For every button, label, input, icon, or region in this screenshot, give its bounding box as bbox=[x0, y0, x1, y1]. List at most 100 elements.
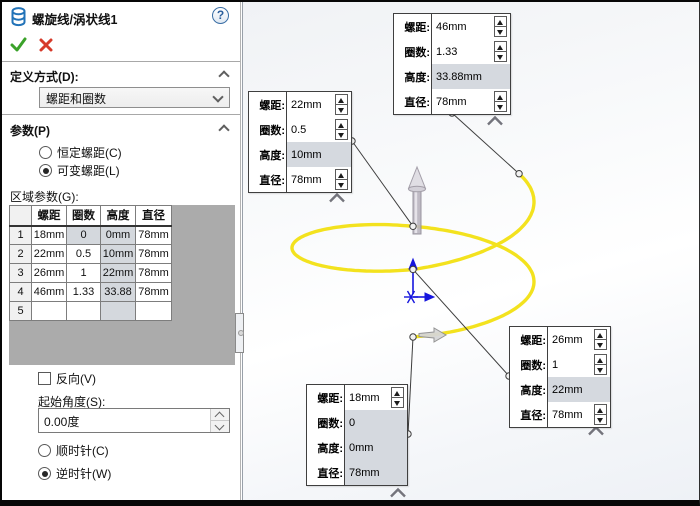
radio-icon-selected[interactable] bbox=[39, 164, 52, 177]
chevron-up-icon[interactable] bbox=[391, 490, 405, 497]
row-number[interactable]: 1 bbox=[10, 226, 32, 245]
spinner[interactable] bbox=[391, 387, 404, 408]
callout-value-pitch[interactable]: 22mm bbox=[287, 92, 351, 117]
helix-point-handle[interactable] bbox=[410, 223, 416, 229]
definition-dropdown[interactable]: 螺距和圈数 bbox=[39, 87, 230, 108]
leader-line[interactable] bbox=[452, 113, 519, 174]
radio-icon[interactable] bbox=[38, 444, 51, 457]
cancel-button[interactable] bbox=[36, 35, 56, 55]
leader-line[interactable] bbox=[408, 337, 413, 434]
callout-region-3: 螺距: 26mm 圈数: 1 高度: 22mm 直径: 78mm bbox=[509, 326, 611, 428]
cell-pitch[interactable]: 26mm bbox=[32, 264, 67, 283]
spinner[interactable] bbox=[594, 354, 607, 375]
stepper-down-button[interactable] bbox=[211, 420, 229, 432]
cell-pitch[interactable]: 22mm bbox=[32, 245, 67, 264]
graphics-viewport[interactable]: 螺距: 46mm 圈数: 1.33 高度: 33.88mm 直径: 78mm 螺… bbox=[242, 2, 699, 500]
column-header-height: 高度 bbox=[101, 206, 136, 226]
collapse-definition-icon[interactable] bbox=[218, 70, 229, 81]
helix-icon bbox=[9, 6, 28, 28]
callout-value-diameter[interactable]: 78mm bbox=[432, 89, 510, 114]
cell-diameter[interactable]: 78mm bbox=[136, 264, 172, 283]
cell-height bbox=[101, 302, 136, 321]
cell-revolutions[interactable]: 1.33 bbox=[67, 283, 101, 302]
start-direction-arrow bbox=[419, 328, 446, 342]
definition-section-label: 定义方式(D): bbox=[10, 68, 79, 85]
helix-point-handle[interactable] bbox=[516, 171, 522, 177]
spinner[interactable] bbox=[494, 91, 507, 112]
reverse-checkbox-row[interactable]: 反向(V) bbox=[38, 370, 96, 387]
cell-height: 22mm bbox=[101, 264, 136, 283]
table-header-row: 螺距 圈数 高度 直径 bbox=[10, 206, 172, 226]
cell-revolutions: 0 bbox=[67, 226, 101, 245]
cell-diameter[interactable] bbox=[136, 302, 172, 321]
stepper-up-button[interactable] bbox=[211, 409, 229, 420]
cell-diameter[interactable]: 78mm bbox=[136, 245, 172, 264]
cell-revolutions[interactable]: 0.5 bbox=[67, 245, 101, 264]
radio-icon-selected[interactable] bbox=[38, 467, 51, 480]
row-number[interactable]: 2 bbox=[10, 245, 32, 264]
spinner[interactable] bbox=[494, 41, 507, 62]
chevron-up-icon[interactable] bbox=[488, 118, 502, 125]
cell-pitch[interactable] bbox=[32, 302, 67, 321]
callout-label-pitch: 螺距: bbox=[394, 14, 432, 39]
spinner[interactable] bbox=[594, 404, 607, 425]
chevron-up-icon[interactable] bbox=[589, 428, 603, 435]
helix-point-handle[interactable] bbox=[410, 266, 416, 272]
radio-clockwise[interactable]: 顺时针(C) bbox=[38, 442, 109, 459]
callout-value-revolutions[interactable]: 1 bbox=[548, 352, 610, 377]
ok-button[interactable] bbox=[9, 35, 29, 55]
leader-line[interactable] bbox=[352, 141, 413, 226]
callout-value-revolutions[interactable]: 1.33 bbox=[432, 39, 510, 64]
panel-splitter-handle[interactable] bbox=[235, 313, 244, 353]
cell-diameter[interactable]: 78mm bbox=[136, 226, 172, 245]
callout-value-diameter[interactable]: 78mm bbox=[548, 402, 610, 427]
region-parameters-widget: 螺距 圈数 高度 直径 1 18mm 0 0mm 78mm 2 22mm 0.5… bbox=[9, 205, 235, 365]
callout-label-height: 高度: bbox=[510, 377, 548, 402]
callout-region-2: 螺距: 22mm 圈数: 0.5 高度: 10mm 直径: 78mm bbox=[248, 91, 352, 193]
help-icon[interactable]: ? bbox=[212, 7, 229, 24]
row-number[interactable]: 3 bbox=[10, 264, 32, 283]
radio-variable-pitch[interactable]: 可变螺距(L) bbox=[39, 162, 120, 179]
callout-label-revolutions: 圈数: bbox=[394, 39, 432, 64]
callout-label-revolutions: 圈数: bbox=[249, 117, 287, 142]
radio-counterclockwise[interactable]: 逆时针(W) bbox=[38, 465, 111, 482]
start-angle-input[interactable]: 0.00度 bbox=[38, 408, 230, 433]
cell-revolutions[interactable]: 1 bbox=[67, 264, 101, 283]
cell-revolutions[interactable] bbox=[67, 302, 101, 321]
spinner[interactable] bbox=[335, 169, 348, 190]
callout-value-diameter[interactable]: 78mm bbox=[287, 167, 351, 192]
callout-value-pitch[interactable]: 26mm bbox=[548, 327, 610, 352]
callout-label-pitch: 螺距: bbox=[249, 92, 287, 117]
region-parameters-label: 区域参数(G): bbox=[10, 188, 79, 205]
origin-star-icon bbox=[404, 291, 418, 303]
radio-clockwise-label: 顺时针(C) bbox=[56, 442, 109, 459]
radio-constant-pitch[interactable]: 恒定螺距(C) bbox=[39, 144, 122, 161]
callout-label-revolutions: 圈数: bbox=[510, 352, 548, 377]
callout-label-height: 高度: bbox=[394, 64, 432, 89]
spinner[interactable] bbox=[335, 94, 348, 115]
cell-diameter[interactable]: 78mm bbox=[136, 283, 172, 302]
spinner[interactable] bbox=[494, 16, 507, 37]
divider bbox=[2, 114, 240, 115]
start-angle-stepper[interactable] bbox=[210, 409, 229, 432]
row-number[interactable]: 4 bbox=[10, 283, 32, 302]
callout-value-revolutions[interactable]: 0.5 bbox=[287, 117, 351, 142]
cell-pitch[interactable]: 18mm bbox=[32, 226, 67, 245]
helix-point-handle[interactable] bbox=[410, 334, 416, 340]
leader-line[interactable] bbox=[413, 269, 509, 376]
chevron-up-icon[interactable] bbox=[330, 195, 344, 202]
callout-value-pitch[interactable]: 46mm bbox=[432, 14, 510, 39]
chevron-down-icon bbox=[212, 91, 223, 102]
radio-icon[interactable] bbox=[39, 146, 52, 159]
parameters-section-label: 参数(P) bbox=[10, 122, 50, 139]
callout-label-pitch: 螺距: bbox=[510, 327, 548, 352]
checkbox-icon[interactable] bbox=[38, 372, 51, 385]
cell-pitch[interactable]: 46mm bbox=[32, 283, 67, 302]
spinner[interactable] bbox=[335, 119, 348, 140]
row-number[interactable]: 5 bbox=[10, 302, 32, 321]
start-angle-value[interactable]: 0.00度 bbox=[39, 409, 210, 432]
cell-height: 33.88 bbox=[101, 283, 136, 302]
callout-value-pitch[interactable]: 18mm bbox=[345, 385, 407, 410]
collapse-parameters-icon[interactable] bbox=[218, 124, 229, 135]
spinner[interactable] bbox=[594, 329, 607, 350]
